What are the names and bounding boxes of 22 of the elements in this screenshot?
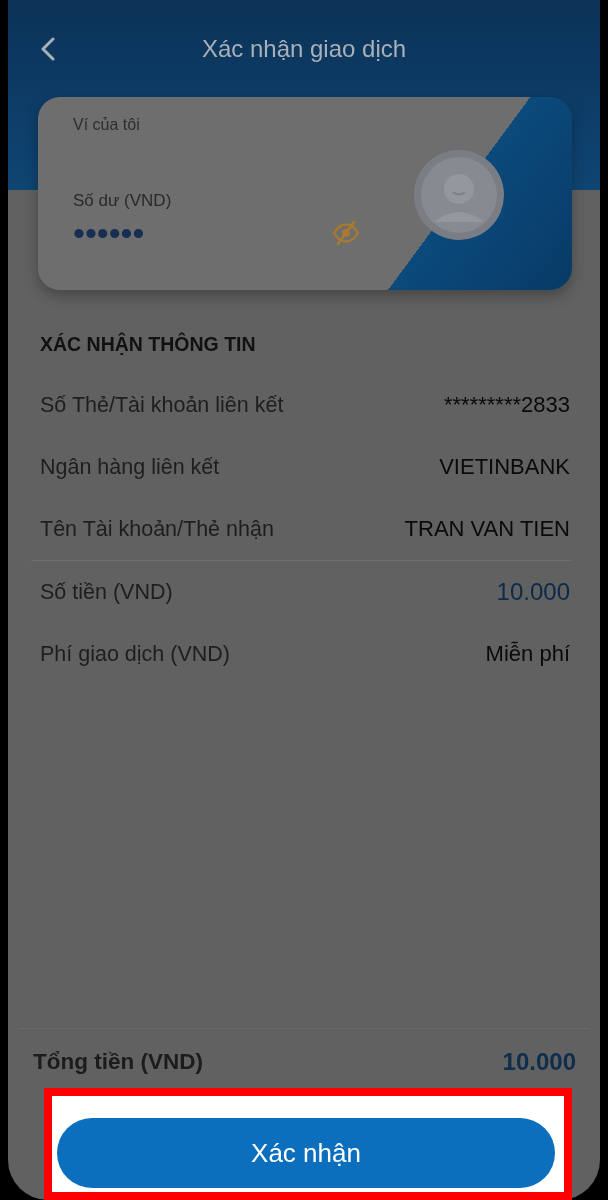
info-label: Phí giao dịch (VND) [40, 641, 230, 667]
total-label: Tổng tiền (VND) [33, 1049, 203, 1075]
info-value: TRAN VAN TIEN [404, 516, 570, 542]
chevron-left-icon [40, 36, 56, 61]
info-label: Tên Tài khoản/Thẻ nhận [40, 516, 274, 542]
section-heading: XÁC NHẬN THÔNG TIN [40, 333, 257, 355]
eye-toggle-icon[interactable] [332, 220, 360, 246]
info-label: Số Thẻ/Tài khoản liên kết [40, 392, 284, 418]
avatar-icon [414, 150, 504, 240]
confirm-button[interactable]: Xác nhận [57, 1118, 555, 1188]
info-label: Ngân hàng liên kết [40, 454, 220, 480]
screen-title: Xác nhận giao dịch [201, 34, 407, 63]
wallet-name: Ví của tôi [73, 115, 140, 135]
masked-balance: •••••• [73, 216, 145, 250]
info-value: *********2833 [444, 392, 570, 418]
info-value: Miễn phí [485, 641, 570, 667]
info-value: VIETINBANK [439, 454, 570, 480]
back-button[interactable] [40, 36, 56, 61]
total-value: 10.000 [502, 1048, 576, 1076]
info-value: 10.000 [496, 578, 570, 606]
balance-label: Số dư (VND) [73, 191, 172, 211]
info-label: Số tiền (VND) [40, 579, 173, 605]
